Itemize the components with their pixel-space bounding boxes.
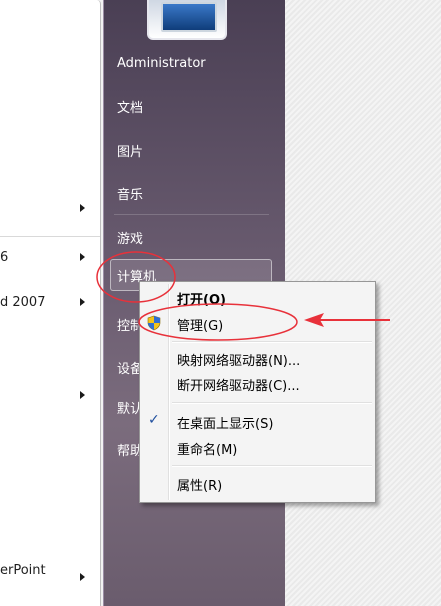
manage-highlight-circle: [138, 303, 298, 341]
annotation-overlay: [96, 251, 390, 341]
computer-highlight-circle: [96, 251, 176, 303]
red-arrow-icon: [304, 313, 390, 327]
